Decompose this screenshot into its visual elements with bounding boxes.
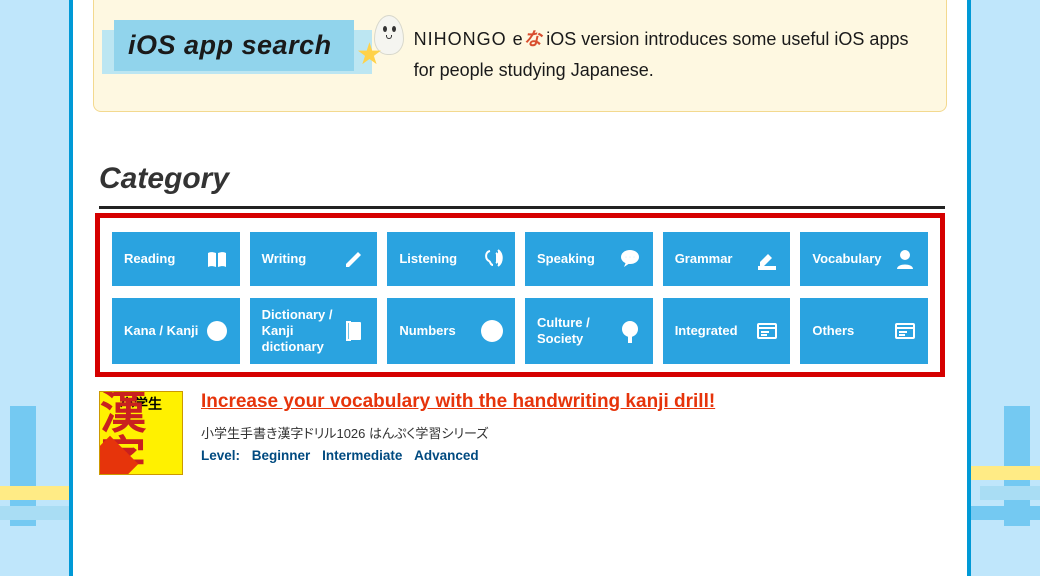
highlighter-icon [754, 246, 780, 272]
svg-text:123: 123 [485, 326, 500, 336]
ear-icon [479, 246, 505, 272]
category-label: Others [812, 323, 854, 339]
category-label: Numbers [399, 323, 455, 339]
category-heading: Category [99, 162, 945, 209]
dict-icon [341, 318, 367, 344]
category-label: Kana / Kanji [124, 323, 198, 339]
category-tile-writing[interactable]: Writing [250, 232, 378, 286]
page-header: iOS app search ★ NIHONGO eな iOS version … [93, 0, 947, 112]
pencil-icon [341, 246, 367, 272]
category-label: Grammar [675, 251, 733, 267]
article-levels: Level: Beginner Intermediate Advanced [201, 448, 715, 463]
mascot-icon: ★ [374, 15, 404, 55]
article-subtitle: 小学生手書き漢字ドリル1026 はんぷく学習シリーズ [201, 423, 715, 442]
category-tile-listening[interactable]: Listening [387, 232, 515, 286]
category-tile-dictionary-kanji-dictionary[interactable]: Dictionary / Kanji dictionary [250, 298, 378, 364]
123-icon: 123 [479, 318, 505, 344]
a-circle-icon: あ [204, 318, 230, 344]
category-label: Speaking [537, 251, 595, 267]
category-label: Integrated [675, 323, 738, 339]
category-label: Vocabulary [812, 251, 881, 267]
category-label: Reading [124, 251, 175, 267]
fan-icon [617, 318, 643, 344]
category-tile-vocabulary[interactable]: Vocabulary [800, 232, 928, 286]
category-tile-numbers[interactable]: Numbers 123 [387, 298, 515, 364]
head-icon [892, 246, 918, 272]
article-item: 小学生 漢字 Increase your vocabulary with the… [95, 377, 945, 475]
window-icon [754, 318, 780, 344]
svg-text:あ: あ [210, 323, 224, 339]
page-title-badge: iOS app search ★ [114, 20, 354, 85]
article-title-link[interactable]: Increase your vocabulary with the handwr… [201, 391, 715, 413]
category-tile-others[interactable]: Others [800, 298, 928, 364]
page-title: iOS app search [128, 30, 332, 60]
category-label: Writing [262, 251, 307, 267]
category-tile-integrated[interactable]: Integrated [663, 298, 791, 364]
book-icon [204, 246, 230, 272]
category-grid: Reading Writing Listening Speaking Grammar Vo… [95, 213, 945, 377]
category-label: Culture / Society [537, 315, 617, 348]
category-tile-grammar[interactable]: Grammar [663, 232, 791, 286]
category-label: Listening [399, 251, 457, 267]
speech-icon [617, 246, 643, 272]
article-thumbnail[interactable]: 小学生 漢字 [99, 391, 183, 475]
category-tile-speaking[interactable]: Speaking [525, 232, 653, 286]
category-label: Dictionary / Kanji dictionary [262, 307, 342, 356]
category-tile-culture-society[interactable]: Culture / Society [525, 298, 653, 364]
page-description: NIHONGO eな iOS version introduces some u… [354, 20, 924, 85]
category-tile-reading[interactable]: Reading [112, 232, 240, 286]
window2-icon [892, 318, 918, 344]
category-tile-kana-kanji[interactable]: Kana / Kanji あ [112, 298, 240, 364]
page-content: iOS app search ★ NIHONGO eな iOS version … [69, 0, 971, 576]
